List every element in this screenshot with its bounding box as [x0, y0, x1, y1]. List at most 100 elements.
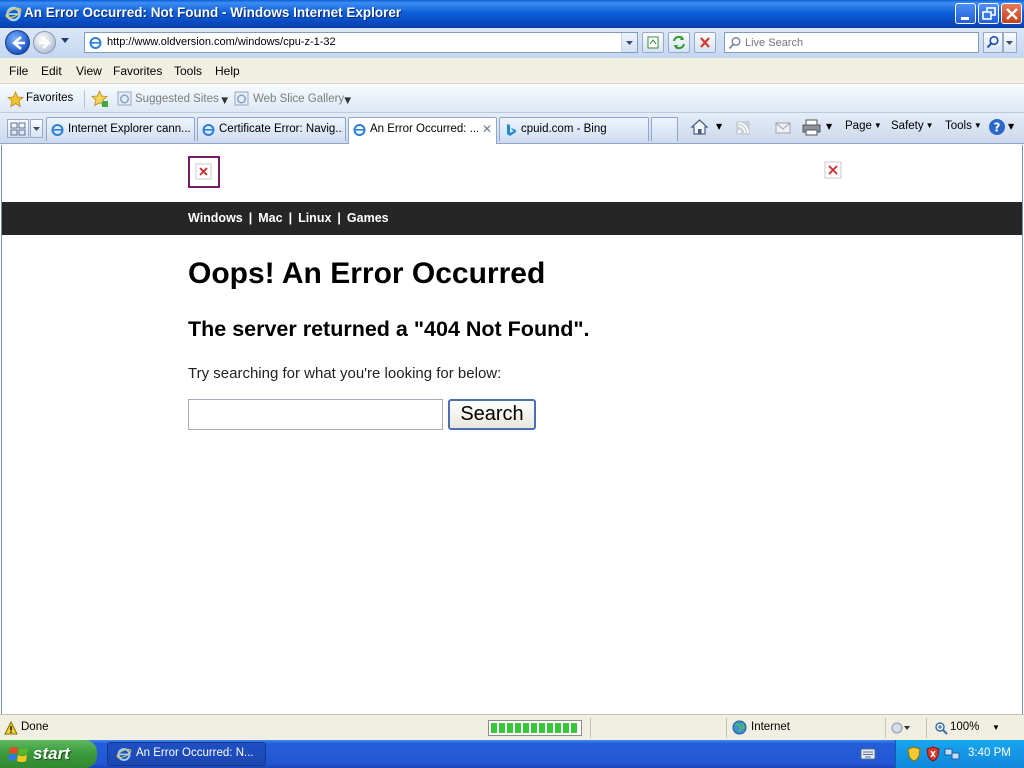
add-to-favorites-icon[interactable] [91, 90, 109, 108]
chevron-down-icon: ▼ [1008, 122, 1015, 131]
keyboard-icon[interactable] [860, 747, 876, 761]
feeds-icon[interactable] [735, 120, 751, 136]
tab-cpuid-bing[interactable]: cpuid.com - Bing [499, 117, 649, 141]
divider [84, 90, 85, 108]
chevron-down-icon [626, 41, 633, 45]
favorites-label: Favorites [26, 92, 74, 104]
stop-icon [700, 37, 710, 48]
menu-view[interactable]: View [76, 64, 102, 78]
chevron-down-icon [1006, 41, 1013, 45]
navigation-bar: http://www.oldversion.com/windows/cpu-z-… [0, 28, 1024, 58]
site-search-button[interactable]: Search [448, 399, 536, 430]
security-alert-icon[interactable] [926, 746, 940, 762]
progress-fill [491, 723, 579, 733]
web-slice-ie-icon [234, 91, 249, 106]
taskbar-item-ie[interactable]: An Error Occurred: N... [107, 742, 266, 766]
nav-link-games[interactable]: Games [347, 211, 389, 225]
nav-link-linux[interactable]: Linux [298, 211, 331, 225]
nav-link-mac[interactable]: Mac [258, 211, 282, 225]
error-subheading: The server returned a "404 Not Found". [188, 317, 590, 341]
security-zone-label: Internet [751, 721, 790, 733]
search-go-icon [986, 35, 999, 49]
close-tab-icon[interactable]: ✕ [482, 122, 492, 136]
zoom-button[interactable]: 100% ▼ [932, 715, 1002, 741]
home-button[interactable]: ▼ [690, 118, 726, 138]
quick-tabs-button[interactable] [7, 119, 29, 138]
minimize-button[interactable] [955, 3, 976, 24]
network-icon[interactable] [944, 746, 960, 762]
menu-favorites[interactable]: Favorites [113, 64, 162, 78]
home-icon [690, 119, 709, 135]
suggested-sites-button[interactable]: Suggested Sites ▼ [115, 89, 230, 109]
tab-label: An Error Occurred: ... [370, 123, 478, 135]
web-slice-gallery-button[interactable]: Web Slice Gallery ▼ [233, 89, 353, 109]
menu-file[interactable]: File [9, 64, 28, 78]
safety-menu-label: Safety [891, 120, 924, 132]
tools-menu-label: Tools [945, 120, 972, 132]
suggested-sites-label: Suggested Sites [135, 93, 219, 105]
live-search-box[interactable] [724, 32, 979, 53]
address-url[interactable]: http://www.oldversion.com/windows/cpu-z-… [107, 36, 336, 48]
site-logo-broken-image[interactable] [188, 156, 220, 188]
search-options-button[interactable] [1003, 32, 1017, 53]
status-text: Done [21, 721, 49, 733]
web-slice-gallery-label: Web Slice Gallery [253, 93, 345, 105]
status-bar: Done Internet 100% ▼ [0, 714, 1024, 740]
windows-logo-icon [8, 747, 28, 762]
chevron-down-icon: ▼ [973, 121, 982, 131]
tools-menu[interactable]: Tools ▼ [945, 120, 982, 132]
broken-image-icon [824, 161, 842, 179]
help-button[interactable]: ? ▼ [988, 118, 1018, 138]
forward-button[interactable] [33, 31, 56, 54]
tab-an-error-occurred[interactable]: An Error Occurred: ... ✕ [348, 117, 497, 144]
ie-icon [353, 124, 366, 136]
chevron-down-icon: ▼ [219, 95, 231, 107]
chevron-down-icon: ▼ [873, 121, 882, 131]
printer-icon [802, 119, 821, 136]
stop-button[interactable] [694, 32, 716, 53]
print-button[interactable]: ▼ [802, 118, 836, 138]
menu-edit[interactable]: Edit [41, 64, 62, 78]
site-search-input[interactable] [188, 399, 443, 430]
start-button[interactable]: start [0, 740, 97, 768]
ie-icon [202, 124, 215, 136]
page-menu[interactable]: Page ▼ [845, 120, 882, 132]
live-search-input[interactable] [745, 35, 975, 50]
protected-mode-icon[interactable] [890, 721, 912, 735]
close-window-button[interactable] [1001, 3, 1022, 24]
tab-label: cpuid.com - Bing [521, 123, 607, 135]
system-tray: 3:40 PM [895, 740, 1024, 768]
tab-label: Certificate Error: Navig... [219, 123, 343, 135]
address-dropdown-button[interactable] [621, 33, 637, 52]
page-content: Windows | Mac | Linux | Games Oops! An Error O… [1, 145, 1023, 714]
chevron-down-icon: ▼ [925, 121, 934, 131]
safety-menu[interactable]: Safety ▼ [891, 120, 934, 132]
window-title: An Error Occurred: Not Found - Windows I… [24, 5, 402, 20]
back-button[interactable] [5, 30, 30, 55]
new-tab-button[interactable] [651, 117, 678, 141]
svg-text:?: ? [994, 121, 1001, 135]
nav-link-windows[interactable]: Windows [188, 211, 243, 225]
compatibility-view-button[interactable] [642, 32, 664, 53]
page-ie-icon [89, 37, 102, 49]
favorites-button[interactable]: Favorites [5, 89, 75, 109]
tab-certificate-error[interactable]: Certificate Error: Navig... [197, 117, 346, 141]
search-go-button[interactable] [983, 32, 1003, 53]
internet-zone-globe-icon [732, 720, 747, 735]
back-arrow-icon [12, 36, 25, 50]
quick-tabs-icon [10, 122, 26, 136]
tab-list-button[interactable] [30, 119, 43, 138]
menu-help[interactable]: Help [215, 64, 240, 78]
recent-pages-dropdown-icon[interactable] [60, 37, 70, 45]
read-mail-icon[interactable] [775, 121, 791, 135]
address-bar[interactable]: http://www.oldversion.com/windows/cpu-z-… [84, 32, 638, 53]
forward-arrow-icon [39, 37, 51, 49]
warning-icon [4, 721, 18, 735]
nav-separator: | [248, 211, 253, 225]
restore-button[interactable] [978, 3, 999, 24]
broken-image-icon [195, 163, 212, 180]
refresh-button[interactable] [668, 32, 690, 53]
menu-tools[interactable]: Tools [174, 64, 202, 78]
tab-internet-explorer-cannot[interactable]: Internet Explorer cann... [46, 117, 195, 141]
security-shield-icon[interactable] [907, 746, 921, 762]
